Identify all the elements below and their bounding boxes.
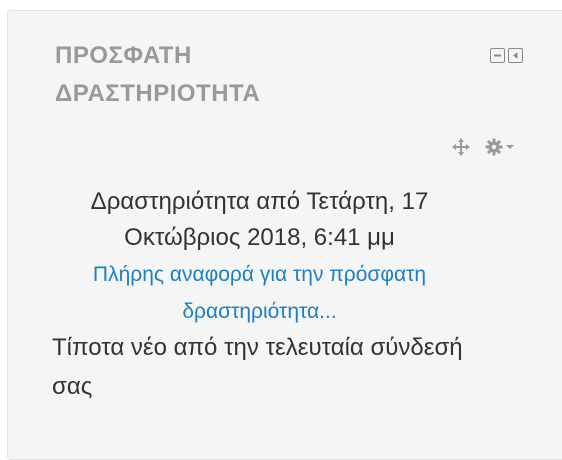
block-settings-menu[interactable] xyxy=(485,138,515,156)
full-report-line-2: δραστηριότητα... xyxy=(182,300,337,323)
full-report-link[interactable]: Πλήρης αναφορά για την πρόσφατη δραστηρι… xyxy=(52,256,467,330)
hide-block-button[interactable] xyxy=(490,48,505,63)
dock-left-icon xyxy=(513,52,518,59)
full-report-line-1: Πλήρης αναφορά για την πρόσφατη xyxy=(92,263,427,286)
minus-box-icon xyxy=(494,54,501,57)
block-title-line-1: ΠΡΟΣΦΑΤΗ xyxy=(55,42,192,69)
nothing-new-text: Τίποτα νέο από την τελευταία σύνδεσή σας xyxy=(52,328,552,406)
caret-down-icon xyxy=(506,145,514,149)
move-icon xyxy=(452,138,470,156)
activity-since-line-1: Δραστηριότητα από Τετάρτη, 17 xyxy=(90,188,429,215)
activity-since-line-2: Οκτώβριος 2018, 6:41 μμ xyxy=(124,224,395,251)
block-actions xyxy=(452,138,515,156)
activity-since-text: Δραστηριότητα από Τετάρτη, 17 Οκτώβριος … xyxy=(52,184,467,256)
gear-icon xyxy=(485,138,503,156)
dock-block-button[interactable] xyxy=(508,48,523,63)
nothing-new-line-1: Τίποτα νέο από την τελευταία σύνδεσή xyxy=(52,334,463,361)
block-title: ΠΡΟΣΦΑΤΗ ΔΡΑΣΤΗΡΙΟΤΗΤΑ xyxy=(55,37,355,113)
block-title-line-2: ΔΡΑΣΤΗΡΙΟΤΗΤΑ xyxy=(55,80,261,107)
block-controls xyxy=(490,48,523,63)
block-content: Δραστηριότητα από Τετάρτη, 17 Οκτώβριος … xyxy=(52,184,552,406)
move-block-button[interactable] xyxy=(452,138,470,156)
nothing-new-line-2: σας xyxy=(52,373,93,400)
